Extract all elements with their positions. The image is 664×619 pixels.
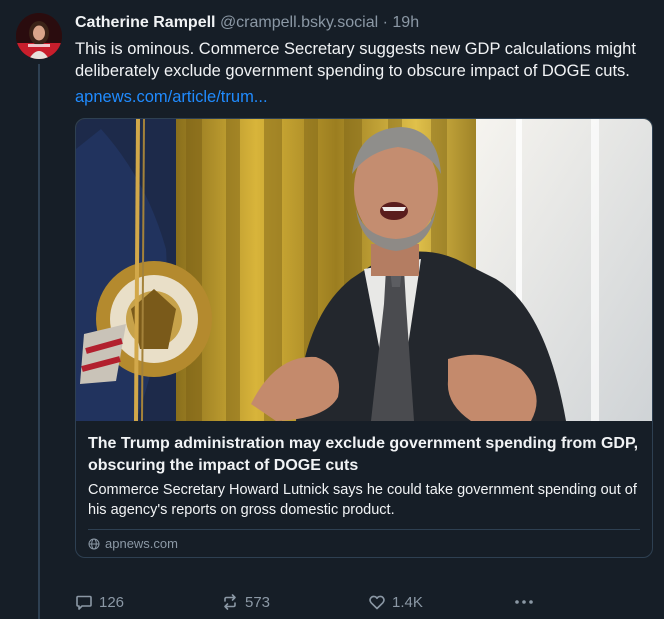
author-handle[interactable]: @crampell.bsky.social xyxy=(220,14,378,31)
embed-title: The Trump administration may exclude gov… xyxy=(88,435,639,474)
embed-image xyxy=(76,119,652,421)
timestamp[interactable]: 19h xyxy=(392,14,419,31)
ellipsis-icon xyxy=(515,600,533,604)
avatar[interactable] xyxy=(16,13,62,59)
embed-text: The Trump administration may exclude gov… xyxy=(76,421,652,520)
post-text: This is ominous. Commerce Secretary sugg… xyxy=(75,40,636,80)
thread-line xyxy=(38,64,40,619)
post: Catherine Rampell @crampell.bsky.social … xyxy=(75,12,653,558)
embed-domain: apnews.com xyxy=(105,536,178,551)
more-options-button[interactable] xyxy=(513,593,535,611)
repost-button[interactable]: 573 xyxy=(221,593,270,611)
link-embed-card[interactable]: The Trump administration may exclude gov… xyxy=(75,118,653,558)
post-actions: 126 573 1.4K xyxy=(75,590,555,614)
avatar-image xyxy=(16,13,62,59)
post-header: Catherine Rampell @crampell.bsky.social … xyxy=(75,12,653,34)
embed-description: Commerce Secretary Howard Lutnick says h… xyxy=(88,482,637,518)
reply-count: 126 xyxy=(99,593,125,611)
like-count: 1.4K xyxy=(392,593,423,611)
author-name[interactable]: Catherine Rampell xyxy=(75,14,215,31)
post-link[interactable]: apnews.com/article/trum... xyxy=(75,86,653,108)
globe-icon xyxy=(88,538,100,549)
reply-icon xyxy=(76,595,92,610)
like-button[interactable]: 1.4K xyxy=(368,593,423,611)
header-separator: · xyxy=(382,14,388,31)
repost-icon xyxy=(224,594,236,610)
repost-count: 573 xyxy=(245,593,271,611)
reply-button[interactable]: 126 xyxy=(75,593,124,611)
heart-icon xyxy=(369,595,385,610)
embed-domain-row: apnews.com xyxy=(76,530,652,551)
